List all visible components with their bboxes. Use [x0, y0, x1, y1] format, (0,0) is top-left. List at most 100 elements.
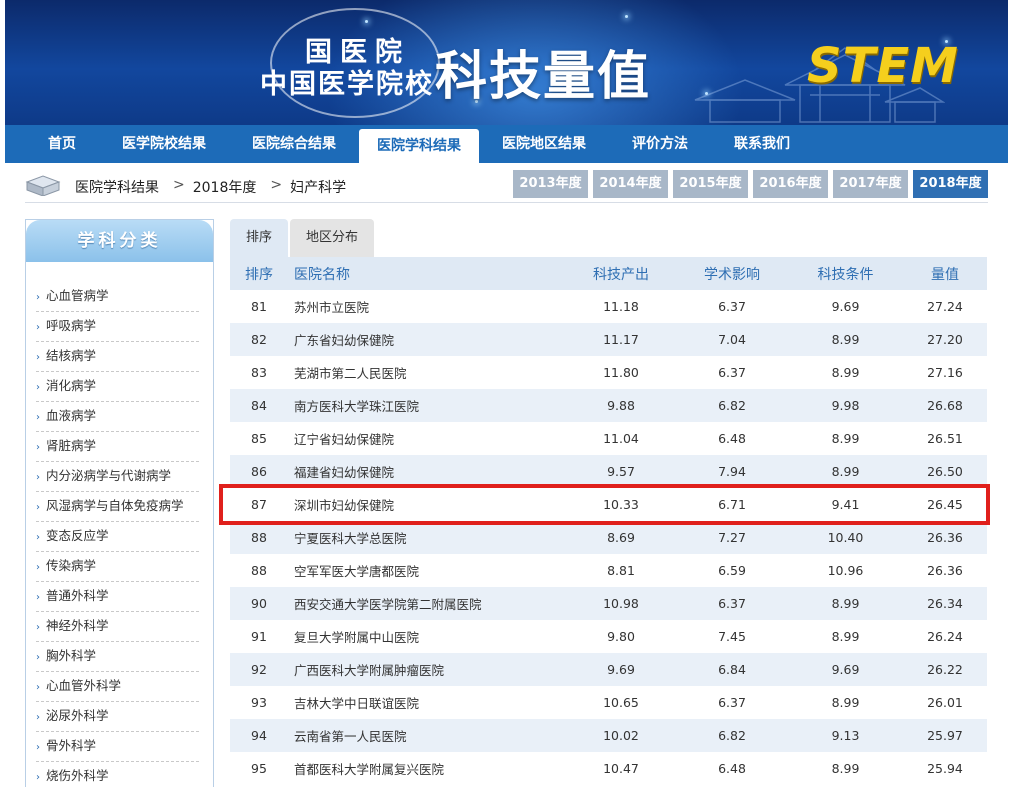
cell-hospital-name[interactable]: 南方医科大学珠江医院 [288, 389, 566, 422]
cell-output: 10.65 [566, 686, 676, 719]
year-button-2017[interactable]: 2017年度 [833, 170, 908, 198]
nav-method[interactable]: 评价方法 [609, 125, 711, 163]
sidebar-item[interactable]: › 胸外科学 [36, 642, 199, 672]
cell-hospital-name[interactable]: 广东省妇幼保健院 [288, 323, 566, 356]
sidebar-item[interactable]: › 神经外科学 [36, 612, 199, 642]
cell-rank: 95 [230, 752, 288, 785]
table-row: 85 辽宁省妇幼保健院 11.04 6.48 8.99 26.51 [230, 422, 987, 455]
bullet-icon: › [36, 712, 40, 723]
cell-impact: 6.37 [676, 290, 788, 323]
cell-rank: 87 [230, 488, 288, 521]
cell-hospital-name[interactable]: 吉林大学中日联谊医院 [288, 686, 566, 719]
sidebar-item[interactable]: › 心血管病学 [36, 282, 199, 312]
cell-hospital-name[interactable]: 西安交通大学医学院第二附属医院 [288, 587, 566, 620]
table-row: 88 空军军医大学唐都医院 8.81 6.59 10.96 26.36 [230, 554, 987, 587]
cell-impact: 6.82 [676, 719, 788, 752]
nav-school-results[interactable]: 医学院校结果 [99, 125, 229, 163]
cell-output: 9.57 [566, 455, 676, 488]
table-row: 84 南方医科大学珠江医院 9.88 6.82 9.98 26.68 [230, 389, 987, 422]
cell-value: 26.45 [903, 488, 987, 521]
cell-value: 27.24 [903, 290, 987, 323]
cell-condition: 8.99 [788, 356, 903, 389]
bullet-icon: › [36, 532, 40, 543]
nav-contact[interactable]: 联系我们 [711, 125, 813, 163]
tab-ranking[interactable]: 排序 [230, 219, 289, 257]
table-row-highlighted: 87 深圳市妇幼保健院 10.33 6.71 9.41 26.45 [230, 488, 987, 521]
cell-hospital-name[interactable]: 复旦大学附属中山医院 [288, 620, 566, 653]
sidebar-item[interactable]: › 泌尿外科学 [36, 702, 199, 732]
sidebar-title: 学科分类 [26, 220, 213, 262]
table-row: 91 复旦大学附属中山医院 9.80 7.45 8.99 26.24 [230, 620, 987, 653]
sidebar-item-label: 神经外科学 [46, 618, 109, 633]
cell-condition: 8.99 [788, 422, 903, 455]
sidebar-item[interactable]: › 内分泌病学与代谢病学 [36, 462, 199, 492]
sidebar-item[interactable]: › 呼吸病学 [36, 312, 199, 342]
year-button-2014[interactable]: 2014年度 [593, 170, 668, 198]
sidebar-item[interactable]: › 骨外科学 [36, 732, 199, 762]
sidebar-item[interactable]: › 普通外科学 [36, 582, 199, 612]
sidebar-item[interactable]: › 风湿病学与自体免疫病学 [36, 492, 199, 522]
breadcrumb-item[interactable]: 2018年度 [193, 177, 257, 197]
cell-value: 26.22 [903, 653, 987, 686]
cell-hospital-name[interactable]: 空军军医大学唐都医院 [288, 554, 566, 587]
year-button-2015[interactable]: 2015年度 [673, 170, 748, 198]
table-row: 94 云南省第一人民医院 10.02 6.82 9.13 25.97 [230, 719, 987, 752]
cell-condition: 8.99 [788, 686, 903, 719]
nav-hospital-discipline[interactable]: 医院学科结果 [359, 129, 479, 163]
tab-region[interactable]: 地区分布 [290, 219, 375, 257]
cell-hospital-name[interactable]: 福建省妇幼保健院 [288, 455, 566, 488]
cell-value: 26.34 [903, 587, 987, 620]
table-row: 82 广东省妇幼保健院 11.17 7.04 8.99 27.20 [230, 323, 987, 356]
cell-output: 11.04 [566, 422, 676, 455]
cell-condition: 9.69 [788, 290, 903, 323]
sidebar-item[interactable]: › 心血管外科学 [36, 672, 199, 702]
nav-home[interactable]: 首页 [25, 125, 99, 163]
bullet-icon: › [36, 322, 40, 333]
sidebar-item[interactable]: › 结核病学 [36, 342, 199, 372]
sidebar-item-label: 内分泌病学与代谢病学 [46, 468, 172, 483]
cell-hospital-name[interactable]: 深圳市妇幼保健院 [288, 488, 566, 521]
cell-rank: 83 [230, 356, 288, 389]
sparkle-decoration [365, 20, 368, 23]
sidebar-item[interactable]: › 传染病学 [36, 552, 199, 582]
nav-hospital-overall[interactable]: 医院综合结果 [229, 125, 359, 163]
nav-hospital-region[interactable]: 医院地区结果 [479, 125, 609, 163]
cell-hospital-name[interactable]: 宁夏医科大学总医院 [288, 521, 566, 554]
cell-hospital-name[interactable]: 苏州市立医院 [288, 290, 566, 323]
cell-hospital-name[interactable]: 云南省第一人民医院 [288, 719, 566, 752]
cell-rank: 84 [230, 389, 288, 422]
cell-rank: 85 [230, 422, 288, 455]
sidebar-item[interactable]: › 血液病学 [36, 402, 199, 432]
cell-condition: 8.99 [788, 455, 903, 488]
cell-value: 26.01 [903, 686, 987, 719]
cell-hospital-name[interactable]: 广西医科大学附属肿瘤医院 [288, 653, 566, 686]
cell-impact: 6.59 [676, 554, 788, 587]
stem-logo: STEM [807, 38, 959, 94]
sidebar-item[interactable]: › 消化病学 [36, 372, 199, 402]
cell-condition: 8.99 [788, 587, 903, 620]
cell-condition: 10.96 [788, 554, 903, 587]
cell-output: 10.02 [566, 719, 676, 752]
year-button-2018[interactable]: 2018年度 [913, 170, 988, 198]
site-title: 科技量值 [435, 46, 652, 107]
bullet-icon: › [36, 562, 40, 573]
table-row: 86 福建省妇幼保健院 9.57 7.94 8.99 26.50 [230, 455, 987, 488]
cell-output: 10.47 [566, 752, 676, 785]
cell-hospital-name[interactable]: 首都医科大学附属复兴医院 [288, 752, 566, 785]
sidebar-item-label: 普通外科学 [46, 588, 109, 603]
sidebar-item[interactable]: › 烧伤外科学 [36, 762, 199, 787]
sidebar-item[interactable]: › 肾脏病学 [36, 432, 199, 462]
cell-output: 11.80 [566, 356, 676, 389]
table-row: 90 西安交通大学医学院第二附属医院 10.98 6.37 8.99 26.34 [230, 587, 987, 620]
cell-hospital-name[interactable]: 辽宁省妇幼保健院 [288, 422, 566, 455]
cell-hospital-name[interactable]: 芜湖市第二人民医院 [288, 356, 566, 389]
sidebar-item[interactable]: › 变态反应学 [36, 522, 199, 552]
cell-condition: 8.99 [788, 323, 903, 356]
breadcrumb-item[interactable]: 医院学科结果 [75, 177, 159, 197]
books-icon [25, 175, 61, 196]
year-button-2013[interactable]: 2013年度 [513, 170, 588, 198]
cell-impact: 6.82 [676, 389, 788, 422]
discipline-sidebar: 学科分类 › 心血管病学 › 呼吸病学 › 结核病学 › 消化病学 › 血液病学 › 肾脏病学 › 内分泌… [25, 219, 214, 787]
sidebar-item-label: 变态反应学 [46, 528, 109, 543]
year-button-2016[interactable]: 2016年度 [753, 170, 828, 198]
